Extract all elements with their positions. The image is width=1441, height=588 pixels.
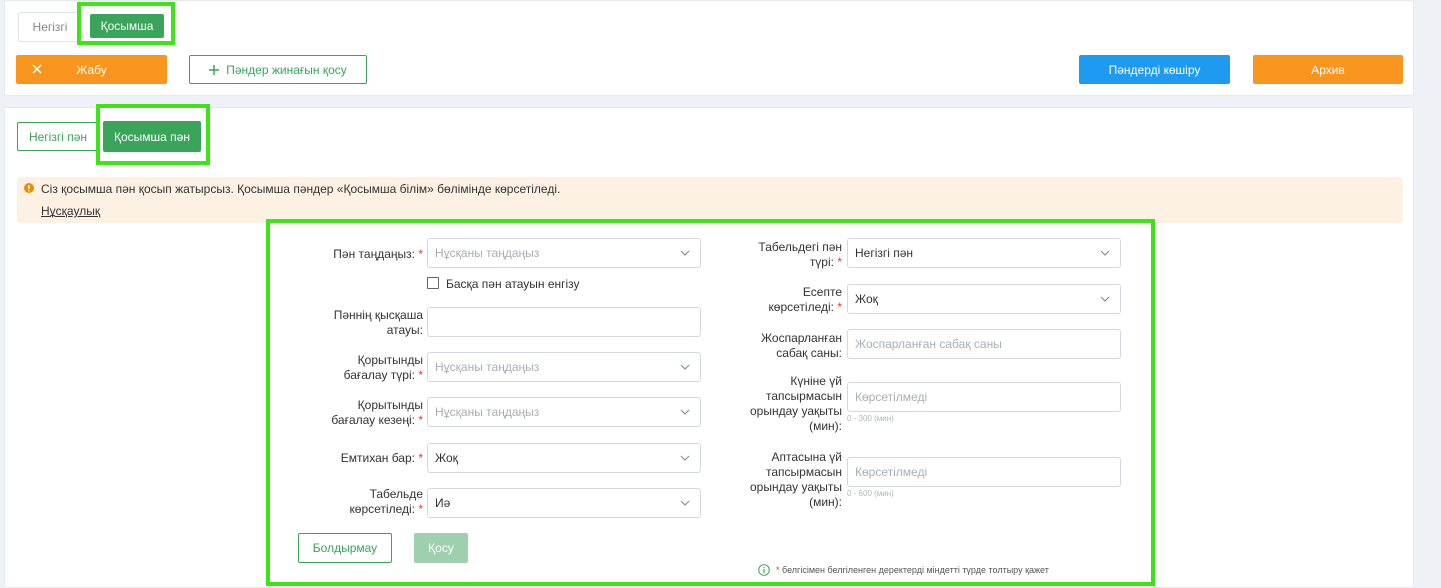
daily-homework-hint: 0 - 300 (мин) (847, 414, 894, 423)
planned-lessons-input[interactable]: Жоспарланған сабақ саны (847, 329, 1121, 359)
tab-main-subject[interactable]: Негізгі пән (17, 122, 99, 151)
chevron-down-icon (680, 250, 690, 256)
required-note: * белгісімен белгіленген деректерді мінд… (776, 565, 1049, 575)
copy-subjects-button[interactable]: Пәндерді көшіру (1079, 55, 1230, 84)
show-in-report-label: Есепте көрсетіледі: * (768, 285, 842, 314)
table-subject-type-label: Табельдегі пән түрі: * (758, 240, 842, 269)
tab-main[interactable]: Негізгі (18, 12, 82, 42)
final-grading-type-label: Қорытынды бағалау түрі: * (343, 353, 423, 382)
chevron-down-icon (680, 364, 690, 370)
daily-homework-input[interactable]: Көрсетілмеді (847, 382, 1121, 412)
final-grading-period-select[interactable]: Нұсқаны таңдаңыз (427, 397, 701, 427)
add-subject-set-button[interactable]: Пәндер жинағын қосу (189, 55, 367, 84)
info-icon (24, 183, 34, 193)
chevron-down-icon (680, 500, 690, 506)
other-name-checkbox[interactable] (427, 277, 439, 289)
chevron-down-icon (1100, 296, 1110, 302)
notice-text: Сіз қосымша пән қосып жатырсыз. Қосымша … (41, 182, 561, 196)
tab-extra[interactable]: Қосымша (90, 14, 164, 38)
table-subject-type-select[interactable]: Негізгі пән (847, 238, 1121, 268)
planned-lessons-label: Жоспарланған сабақ саны: (760, 331, 842, 360)
weekly-homework-hint: 0 - 600 (мин) (847, 489, 894, 498)
final-grading-period-label: Қорытынды бағалау кезеңі: * (331, 398, 423, 427)
show-in-report-select[interactable]: Жоқ (847, 284, 1121, 314)
close-icon (32, 64, 42, 74)
instruction-link[interactable]: Нұсқаулық (41, 204, 100, 218)
short-name-label: Пәннің қысқаша атауы: (333, 308, 423, 337)
show-in-table-select[interactable]: Иә (427, 488, 701, 518)
archive-button[interactable]: Архив (1253, 55, 1403, 84)
exam-label: Емтихан бар: * (340, 451, 423, 465)
show-in-table-label: Табельде көрсетіледі: * (349, 487, 423, 516)
info-circle-icon (758, 564, 770, 576)
close-label: Жабу (76, 62, 107, 77)
tab-extra-subject[interactable]: Қосымша пән (103, 121, 201, 152)
other-name-checkbox-label: Басқа пән атауын енгізу (446, 277, 580, 291)
chevron-down-icon (680, 409, 690, 415)
daily-homework-label: Күніне үй тапсырмасын орындау уақыты (мин): (749, 374, 842, 433)
chevron-down-icon (1100, 250, 1110, 256)
close-button[interactable]: Жабу (16, 55, 167, 84)
cancel-button[interactable]: Болдырмау (298, 533, 392, 563)
final-grading-type-select[interactable]: Нұсқаны таңдаңыз (427, 352, 701, 382)
exam-select[interactable]: Жоқ (427, 443, 701, 473)
subject-select[interactable]: Нұсқаны таңдаңыз (427, 238, 701, 268)
add-subject-set-label: Пәндер жинағын қосу (226, 62, 347, 77)
plus-icon (209, 64, 220, 75)
weekly-homework-input[interactable]: Көрсетілмеді (847, 457, 1121, 487)
short-name-input[interactable] (427, 307, 701, 337)
chevron-down-icon (680, 455, 690, 461)
submit-button[interactable]: Қосу (414, 533, 468, 563)
weekly-homework-label: Аптасына үй тапсырмасын орындау уақыты (мин… (749, 450, 842, 509)
subject-select-label: Пән таңдаңыз: * (333, 247, 423, 261)
